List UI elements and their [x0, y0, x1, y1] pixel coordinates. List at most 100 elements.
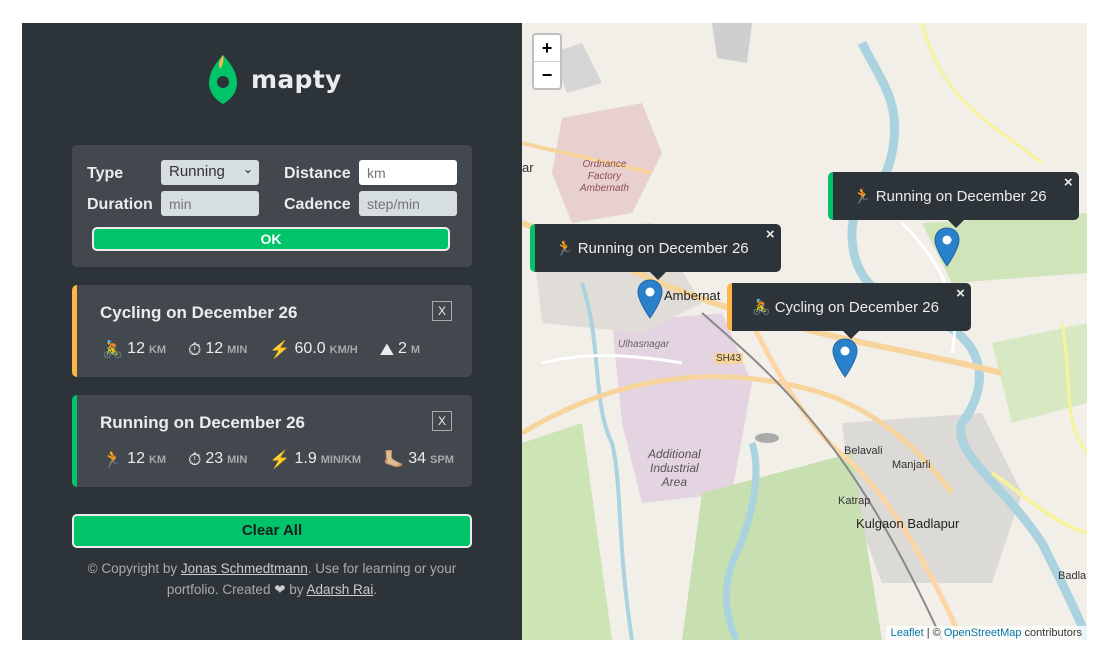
distance-input[interactable] — [359, 160, 457, 185]
close-icon[interactable]: × — [1064, 174, 1073, 191]
map-label-manjarli: Manjarli — [892, 459, 931, 471]
delete-workout-button[interactable]: X — [432, 411, 452, 431]
running-icon: 🏃 — [102, 450, 124, 469]
sidebar: mapty Type Running ⌄ Distance Duration C… — [22, 23, 522, 640]
osm-link[interactable]: OpenStreetMap — [944, 627, 1022, 639]
workout-details: 🏃 12 km ⏱ 23 min ⚡️ 1.9 min/km 🦶🏼 34 — [102, 448, 476, 469]
map-marker-icon[interactable] — [832, 338, 858, 378]
lightning-icon: ⚡️ — [269, 340, 291, 359]
cadence-input[interactable] — [359, 191, 457, 216]
popup-text: Cycling on December 26 — [774, 298, 939, 316]
workout-detail-distance: 🏃 12 km — [102, 448, 167, 469]
stopwatch-icon: ⏱ — [188, 450, 202, 469]
workout-unit: m — [410, 344, 421, 356]
map-tiles — [522, 23, 1087, 640]
author-link[interactable]: Jonas Schmedtmann — [181, 561, 308, 576]
attribution-sep: | © — [923, 627, 944, 639]
workout-popup-cycling[interactable]: 🚴 Cycling on December 26 × — [727, 283, 971, 339]
type-select-value: Running — [169, 163, 225, 180]
logo: mapty — [207, 53, 342, 105]
map-label-text: Additional — [648, 447, 701, 461]
map-marker-icon[interactable] — [637, 279, 663, 319]
workout-value: 2 — [398, 340, 407, 357]
duration-label: Duration — [87, 196, 153, 213]
workout-value: 12 — [127, 450, 145, 467]
workout-detail-cadence: 🦶🏼 34 spm — [383, 448, 454, 469]
copyright-suffix: . — [373, 582, 378, 597]
leaflet-link[interactable]: Leaflet — [891, 627, 924, 639]
workout-unit: min — [227, 454, 248, 466]
workout-value: 60.0 — [294, 340, 326, 357]
running-icon: 🏃 — [555, 240, 574, 257]
type-label: Type — [87, 165, 124, 182]
foot-icon: 🦶🏼 — [383, 450, 405, 469]
distance-label: Distance — [284, 165, 351, 182]
map-label-text: Factory — [587, 171, 622, 182]
workout-unit: min — [227, 344, 248, 356]
workout-value: 23 — [205, 450, 224, 467]
chevron-down-icon: ⌄ — [242, 162, 253, 176]
map-marker-icon[interactable] — [934, 227, 960, 267]
map-label-industrial: Additional Industrial Area — [648, 447, 701, 489]
type-select[interactable]: Running ⌄ — [161, 160, 259, 185]
workout-detail-pace: ⚡️ 1.9 min/km — [269, 448, 362, 469]
workout-value: 12 — [205, 340, 224, 357]
workout-title: Cycling on December 26 — [100, 303, 298, 322]
workout-unit: spm — [430, 454, 454, 466]
ok-button[interactable]: OK — [92, 227, 450, 251]
map-label-katrap: Katrap — [838, 495, 871, 507]
workout-unit: km — [148, 454, 167, 466]
running-icon: 🏃 — [853, 188, 872, 205]
workout-unit: km/h — [329, 344, 358, 356]
logo-text: mapty — [251, 64, 342, 94]
cycling-icon: 🚴 — [752, 299, 771, 316]
delete-workout-button[interactable]: X — [432, 301, 452, 321]
workout-detail-duration: ⏱ 12 min — [188, 338, 248, 359]
workout-value: 12 — [127, 340, 145, 357]
workout-detail-duration: ⏱ 23 min — [188, 448, 248, 469]
workout-popup-running[interactable]: 🏃 Running on December 26 × — [530, 224, 781, 280]
map-attribution: Leaflet | © OpenStreetMap contributors — [885, 626, 1087, 640]
workout-details: 🚴 12 km ⏱ 12 min ⚡️ 60.0 km/h ⛰ 2 m — [102, 338, 442, 359]
popup-text: Running on December 26 — [577, 239, 749, 257]
workout-title: Running on December 26 — [100, 413, 305, 432]
workout-unit: min/km — [320, 454, 362, 466]
mountain-icon: ⛰ — [379, 340, 395, 359]
zoom-out-button[interactable]: − — [534, 61, 560, 88]
attribution-suffix: contributors — [1021, 627, 1082, 639]
app-container: mapty Type Running ⌄ Distance Duration C… — [22, 23, 1087, 640]
close-icon[interactable]: × — [766, 226, 775, 243]
copyright-by: by — [285, 582, 307, 597]
workout-detail-elevation: ⛰ 2 m — [379, 338, 421, 359]
map-label-text: Industrial — [650, 461, 699, 475]
map-label-ambernat: Ambernat — [664, 288, 721, 303]
workout-popup-running[interactable]: 🏃 Running on December 26 × — [828, 172, 1079, 228]
heart-icon: ❤ — [274, 582, 286, 597]
popup-tip — [843, 331, 860, 339]
clear-all-button[interactable]: Clear All — [72, 514, 472, 548]
workout-value: 34 — [408, 450, 427, 467]
map[interactable]: Ordnance Factory Ambernath Ambernat Ulha… — [522, 23, 1087, 640]
map-label-kulgaon-badlapur: Kulgaon Badlapur — [856, 516, 960, 531]
popup-text: Running on December 26 — [875, 187, 1047, 205]
workout-value: 1.9 — [294, 450, 317, 467]
workout-card-running[interactable]: Running on December 26 X 🏃 12 km ⏱ 23 mi… — [72, 395, 472, 487]
copyright-prefix: © Copyright by — [87, 561, 181, 576]
map-label-text: Ordnance — [582, 159, 627, 170]
map-label-ordnance: Ordnance Factory Ambernath — [580, 159, 629, 195]
copyright: © Copyright by Jonas Schmedtmann. Use fo… — [72, 558, 472, 600]
zoom-control: + − — [532, 33, 562, 90]
lightning-icon: ⚡️ — [269, 450, 291, 469]
map-pin-logo-icon — [209, 55, 237, 104]
duration-input[interactable] — [161, 191, 259, 216]
creator-link[interactable]: Adarsh Rai — [307, 582, 374, 597]
zoom-in-button[interactable]: + — [534, 35, 560, 61]
map-label-ar: ar — [522, 160, 534, 175]
workout-detail-speed: ⚡️ 60.0 km/h — [269, 338, 358, 359]
workout-unit: km — [148, 344, 167, 356]
map-label-sh43: SH43 — [714, 353, 744, 364]
cadence-label: Cadence — [284, 196, 351, 213]
map-label-text: Ambernath — [580, 183, 629, 194]
workout-card-cycling[interactable]: Cycling on December 26 X 🚴 12 km ⏱ 12 mi… — [72, 285, 472, 377]
close-icon[interactable]: × — [956, 285, 965, 302]
